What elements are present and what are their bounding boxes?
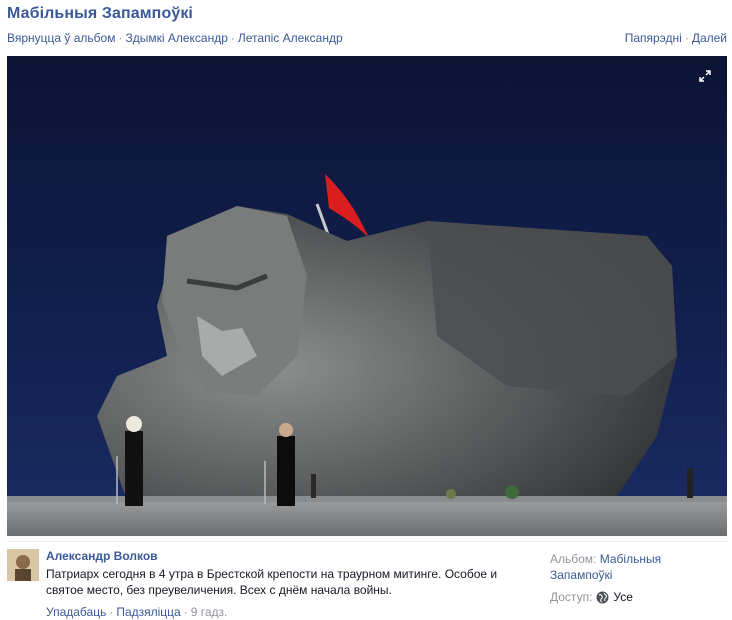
post-timestamp[interactable]: 9 гадз.: [191, 605, 228, 619]
divider: [7, 541, 727, 542]
back-to-album-link[interactable]: Вярнуцца ў альбом: [7, 31, 115, 45]
access-label: Доступ:: [550, 590, 593, 604]
patriarch-figure: [125, 431, 143, 506]
photo-caption: Патриарх сегодня в 4 утра в Брестской кр…: [46, 567, 498, 597]
photo-breadcrumb: Вярнуцца ў альбом · Здымкі Александр · Летап…: [7, 31, 343, 45]
guard-figure: [311, 474, 316, 498]
plaza: [7, 501, 727, 536]
wreath: [505, 485, 519, 499]
timeline-link[interactable]: Летапіс Александр: [238, 31, 343, 45]
nav-separator: ·: [118, 31, 123, 45]
wreath: [446, 489, 456, 499]
guard-figure: [687, 468, 693, 498]
globe-icon[interactable]: [596, 591, 609, 604]
nav-separator: ·: [684, 31, 689, 45]
action-separator: ·: [183, 605, 188, 619]
previous-photo-link[interactable]: Папярэдні: [625, 31, 682, 45]
album-title[interactable]: Мабільныя Запампоўкі: [7, 5, 193, 23]
speaker-figure: [277, 436, 295, 506]
avatar[interactable]: [7, 549, 39, 581]
like-link[interactable]: Упадабаць: [46, 605, 106, 619]
privacy-info: Доступ: Усе: [550, 590, 633, 604]
photo[interactable]: [7, 56, 727, 536]
expand-arrows-icon[interactable]: [697, 68, 713, 84]
next-photo-link[interactable]: Далей: [692, 31, 727, 45]
photos-of-link[interactable]: Здымкі Александр: [125, 31, 227, 45]
post-actions: Упадабаць · Падзяліцца · 9 гадз.: [46, 605, 227, 619]
monument-photo: [7, 56, 727, 536]
author-name[interactable]: Александр Волков: [46, 549, 158, 563]
album-info: Альбом: Мабільныя Запампоўкі: [550, 551, 720, 583]
share-link[interactable]: Падзяліцца: [116, 605, 180, 619]
patriarch-head: [126, 416, 142, 432]
nav-separator: ·: [230, 31, 235, 45]
access-value[interactable]: Усе: [613, 590, 633, 604]
photo-pager: Папярэдні · Далей: [625, 31, 727, 45]
album-label: Альбом:: [550, 552, 597, 566]
plaza-edge: [7, 496, 727, 502]
speaker-head: [279, 423, 293, 437]
action-separator: ·: [109, 605, 114, 619]
